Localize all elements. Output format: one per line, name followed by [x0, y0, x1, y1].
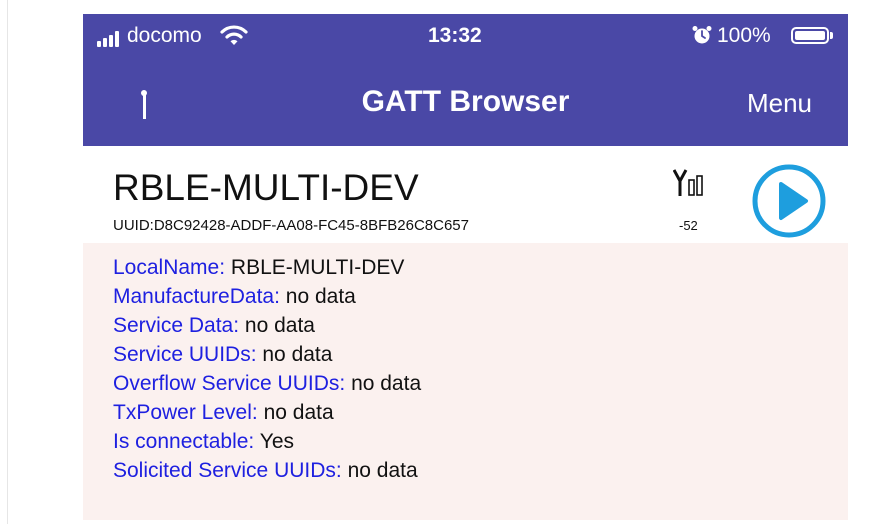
detail-item-is-connectable: Is connectable: Yes: [113, 427, 421, 456]
left-divider: [7, 0, 8, 524]
clock-time: 13:32: [428, 24, 482, 47]
app-screen: docomo 13:32 100% GATT Browser Menu RBLE…: [83, 0, 848, 524]
detail-list: LocalName: RBLE-MULTI-DEV ManufactureDat…: [113, 253, 421, 485]
detail-key: Service UUIDs:: [113, 343, 257, 366]
detail-value: no data: [347, 459, 418, 482]
detail-item-solicited-service-uuids: Solicited Service UUIDs: no data: [113, 456, 421, 485]
detail-item-manufacture-data: ManufactureData: no data: [113, 282, 421, 311]
device-uuid: UUID:D8C92428-ADDF-AA08-FC45-8BFB26C8C65…: [113, 217, 469, 234]
detail-value: Yes: [259, 430, 294, 453]
detail-item-overflow-service-uuids: Overflow Service UUIDs: no data: [113, 369, 421, 398]
navigation-bar: GATT Browser Menu: [83, 58, 848, 146]
detail-key: TxPower Level:: [113, 401, 258, 424]
wifi-icon: [220, 25, 248, 45]
detail-key: ManufactureData:: [113, 285, 280, 308]
menu-button[interactable]: Menu: [747, 86, 812, 120]
detail-key: LocalName:: [113, 256, 226, 279]
detail-value: no data: [262, 343, 333, 366]
battery-tip: [830, 32, 833, 39]
battery-icon: [791, 27, 829, 44]
page-title: GATT Browser: [361, 85, 570, 118]
play-circle-icon[interactable]: [750, 162, 828, 240]
status-bar: docomo 13:32 100%: [83, 14, 848, 58]
detail-item-service-uuids: Service UUIDs: no data: [113, 340, 421, 369]
detail-key: Is connectable:: [113, 430, 255, 453]
alarm-icon: [692, 26, 712, 44]
detail-item-service-data: Service Data: no data: [113, 311, 421, 340]
carrier-name: docomo: [127, 24, 202, 47]
detail-key: Solicited Service UUIDs:: [113, 459, 342, 482]
battery-percentage: 100%: [717, 24, 771, 47]
detail-key: Overflow Service UUIDs:: [113, 372, 346, 395]
detail-item-txpower-level: TxPower Level: no data: [113, 398, 421, 427]
antenna-signal-icon: [673, 169, 703, 196]
top-bar: docomo 13:32 100% GATT Browser Menu: [83, 14, 848, 146]
detail-value: no data: [263, 401, 334, 424]
advertisement-details: LocalName: RBLE-MULTI-DEV ManufactureDat…: [83, 243, 848, 520]
device-row[interactable]: RBLE-MULTI-DEV UUID:D8C92428-ADDF-AA08-F…: [83, 146, 848, 243]
detail-value: RBLE-MULTI-DEV: [230, 256, 405, 279]
detail-value: no data: [351, 372, 422, 395]
cellular-signal-icon: [97, 31, 123, 47]
detail-value: no data: [285, 285, 356, 308]
detail-item-local-name: LocalName: RBLE-MULTI-DEV: [113, 253, 421, 282]
detail-key: Service Data:: [113, 314, 240, 337]
device-name: RBLE-MULTI-DEV: [113, 167, 419, 208]
detail-value: no data: [244, 314, 315, 337]
rssi-value: -52: [679, 218, 698, 233]
